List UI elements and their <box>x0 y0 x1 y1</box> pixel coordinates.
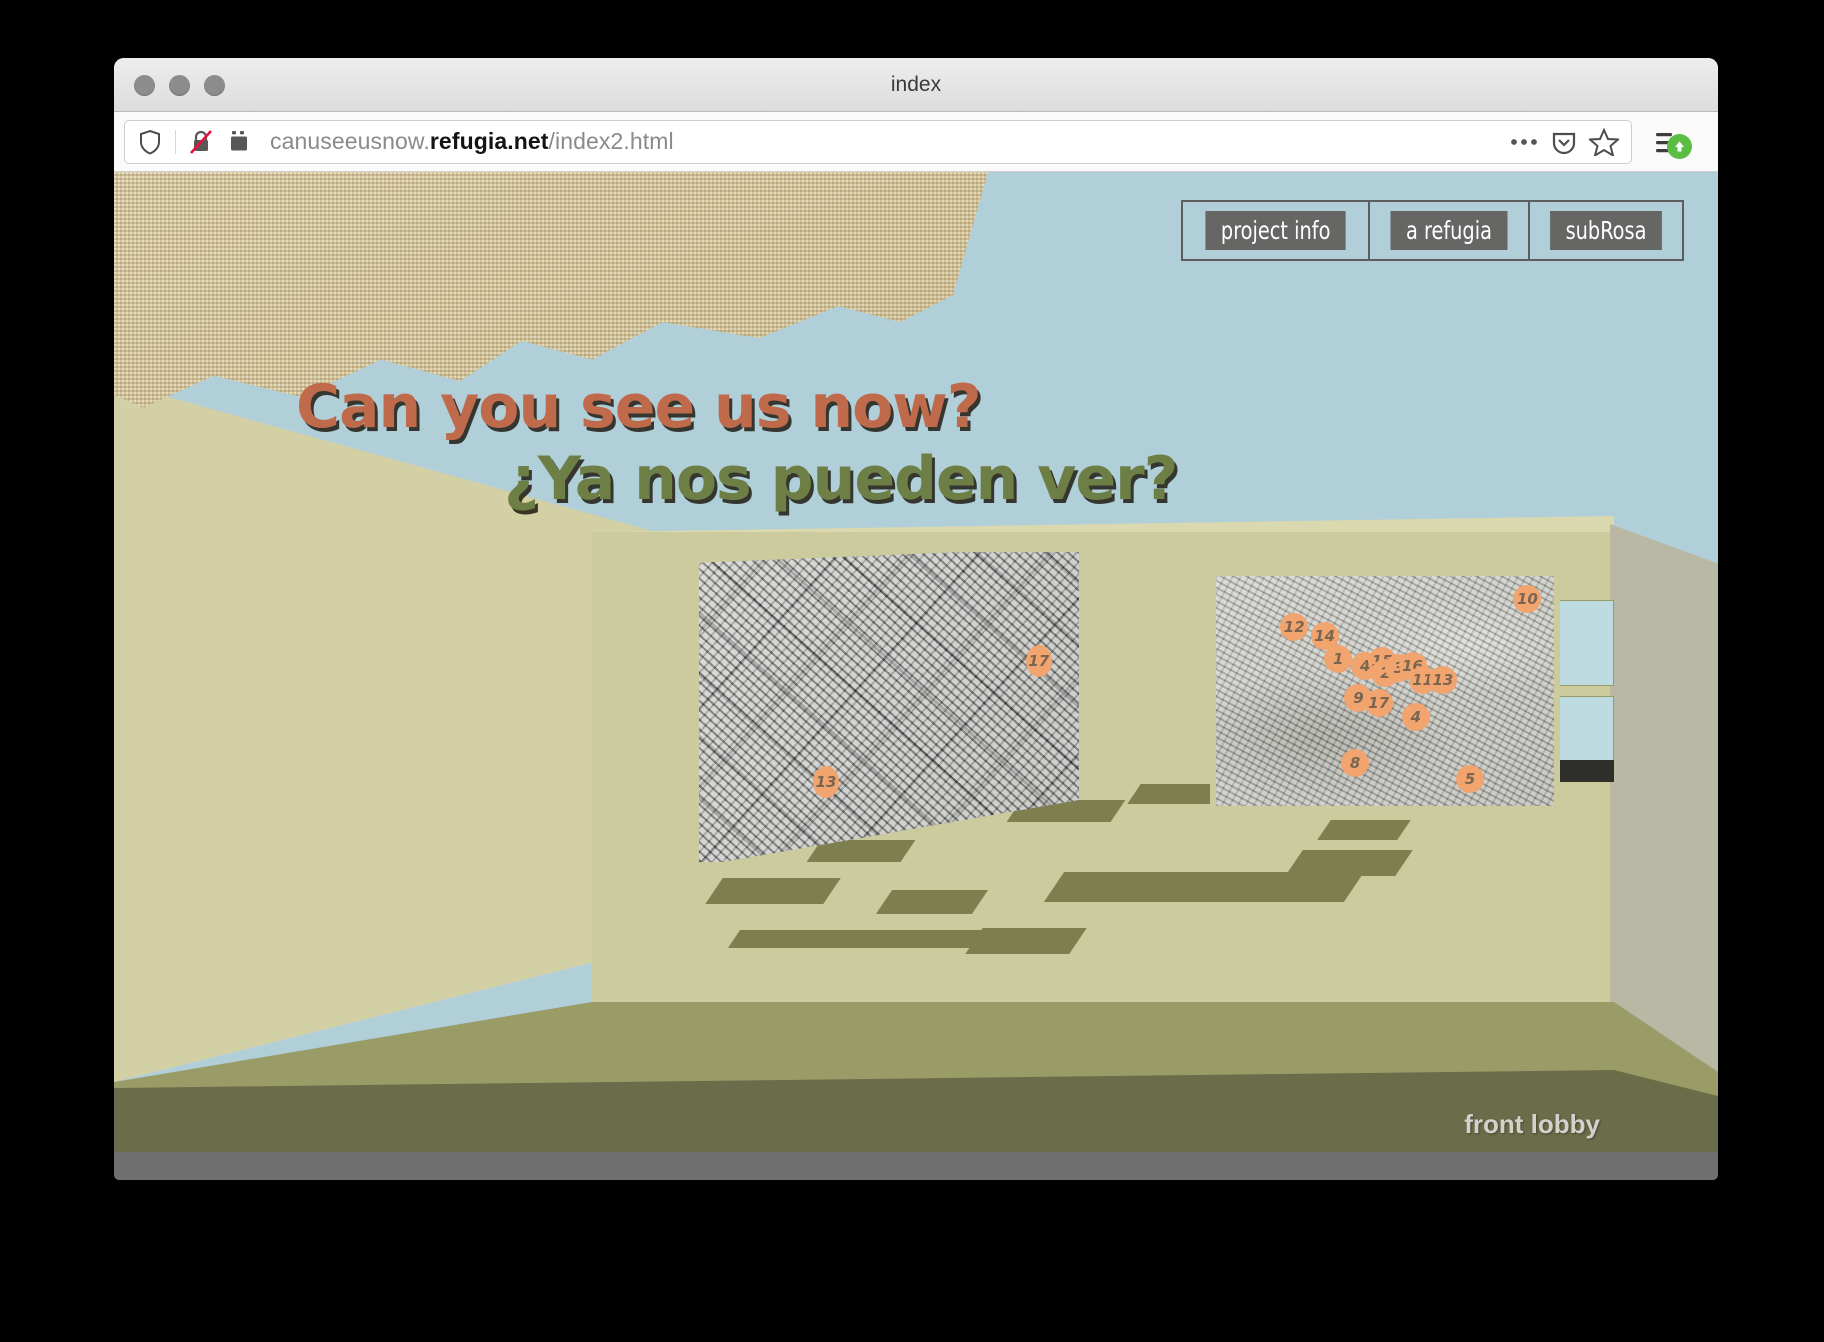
menu-button[interactable] <box>1632 128 1708 159</box>
map-marker[interactable]: 1 <box>1324 645 1353 673</box>
floor-shadow <box>1317 820 1411 840</box>
window-title: index <box>890 73 942 96</box>
site-navigation: project info a refugia subRosa <box>1180 200 1684 261</box>
nav-button-a-refugia[interactable]: a refugia <box>1390 211 1508 250</box>
star-icon[interactable] <box>1587 125 1621 159</box>
browser-toolbar: canuseeusnow.refugia.net/index2.html <box>114 112 1718 172</box>
aerial-photo-right: 101214141523161113917485 <box>1216 576 1554 806</box>
map-marker[interactable]: 10 <box>1513 585 1542 614</box>
nav-cell-subrosa[interactable]: subRosa <box>1530 202 1682 259</box>
minimize-button[interactable] <box>169 75 190 96</box>
browser-bottom-bar <box>114 1152 1718 1180</box>
map-marker[interactable]: 13 <box>813 765 839 798</box>
url-bar[interactable]: canuseeusnow.refugia.net/index2.html <box>124 119 1632 164</box>
url-prefix: canuseeusnow. <box>270 128 430 154</box>
aerial-map-right-panel[interactable]: 101214141523161113917485 <box>1210 570 1560 812</box>
map-marker[interactable]: 8 <box>1341 748 1370 777</box>
window-titlebar: index <box>114 58 1718 112</box>
shield-icon[interactable] <box>133 125 167 159</box>
url-text[interactable]: canuseeusnow.refugia.net/index2.html <box>260 128 1503 155</box>
nav-button-project-info[interactable]: project info <box>1205 211 1346 250</box>
floor-shadow <box>705 878 841 904</box>
traffic-light-buttons[interactable] <box>134 75 225 96</box>
site-title-spanish: ¿Ya nos pueden ver? <box>504 444 1178 514</box>
url-host: refugia.net <box>429 128 549 154</box>
close-button[interactable] <box>134 75 155 96</box>
browser-window: index canuseeusnow.refugia.net/index2.ht… <box>114 58 1718 1180</box>
floor-shadow <box>875 890 989 914</box>
toolbar-divider <box>175 129 176 154</box>
urlbar-actions <box>1507 125 1623 159</box>
site-title-english: Can you see us now? <box>296 372 982 442</box>
room-label: front lobby <box>1464 1109 1600 1139</box>
nav-cell-project-info[interactable]: project info <box>1183 202 1371 259</box>
map-marker[interactable]: 17 <box>1364 688 1393 717</box>
zoom-button[interactable] <box>204 75 225 96</box>
pocket-icon[interactable] <box>1547 125 1581 159</box>
floor-shadow <box>965 928 1087 954</box>
ellipsis-icon[interactable] <box>1507 125 1541 159</box>
map-marker[interactable]: 4 <box>1401 702 1430 731</box>
map-marker[interactable]: 5 <box>1455 764 1484 793</box>
update-arrow-icon[interactable] <box>1667 133 1692 159</box>
lock-crossed-icon[interactable] <box>184 125 218 159</box>
nav-cell-a-refugia[interactable]: a refugia <box>1370 202 1530 259</box>
floor-shadow <box>727 930 991 948</box>
map-marker[interactable]: 12 <box>1280 612 1309 641</box>
web-page-content: 1713 101214141523161113917485 Can you se… <box>114 172 1718 1180</box>
floor-shadow <box>1285 850 1413 876</box>
map-marker[interactable]: 13 <box>1428 665 1457 694</box>
map-marker[interactable]: 17 <box>1025 645 1052 677</box>
camera-icon[interactable] <box>222 125 256 159</box>
nav-button-subrosa[interactable]: subRosa <box>1550 211 1662 250</box>
floor-shadow <box>1043 872 1365 902</box>
url-path: /index2.html <box>548 128 674 154</box>
